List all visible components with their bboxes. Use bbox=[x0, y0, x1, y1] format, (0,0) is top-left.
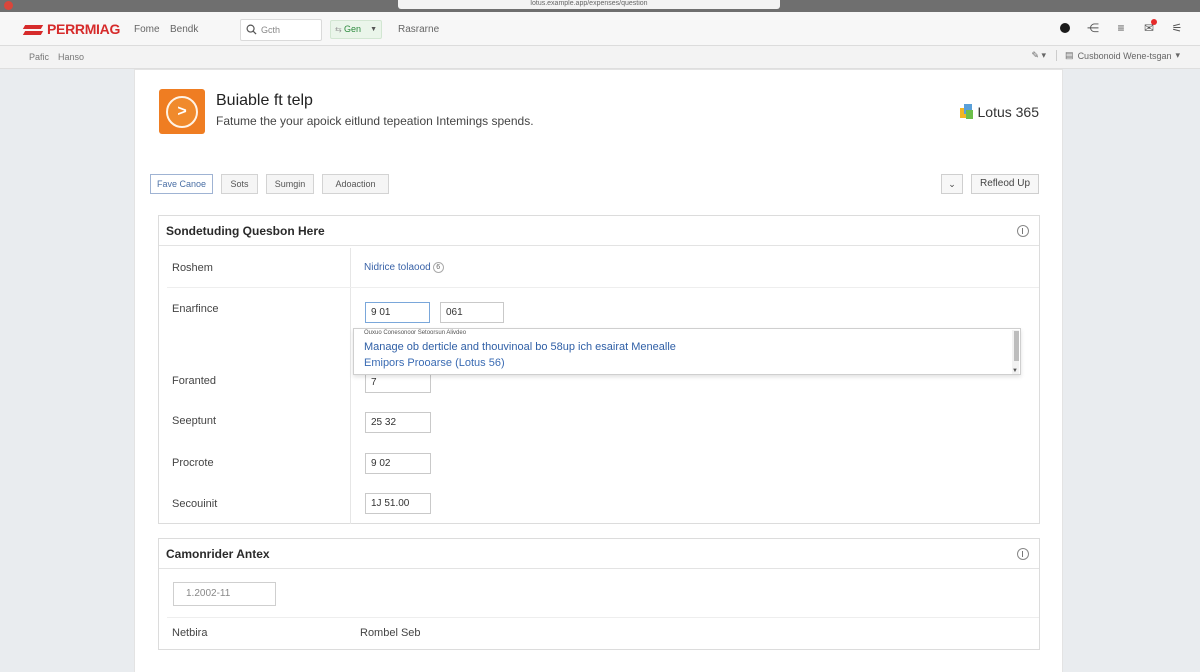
menu-icon[interactable]: ≡ bbox=[1114, 21, 1128, 35]
filter-value: Gen bbox=[343, 24, 361, 34]
browser-close-icon[interactable] bbox=[4, 1, 13, 10]
filter-prefix-icon: ⇆ bbox=[335, 25, 344, 34]
scrollbar-thumb[interactable] bbox=[1014, 331, 1019, 361]
lotus-logo-icon bbox=[959, 104, 974, 120]
tab-sots[interactable]: Sots bbox=[221, 174, 258, 194]
app-header: PERRMIAG Fome Bendk Gcth ⇆ Gen ▼ Rasrarn… bbox=[0, 12, 1200, 46]
chevron-down-button[interactable]: ⌄ bbox=[941, 174, 963, 194]
date-input[interactable]: 1.2002-11 bbox=[173, 582, 276, 606]
row-divider bbox=[167, 287, 1039, 288]
row-label: Netbira bbox=[172, 627, 208, 639]
page-subtitle: Fatume the your apoick eitlund tepeation… bbox=[216, 114, 534, 128]
browser-url-bar[interactable]: lotus.example.app/expenses/question bbox=[398, 0, 780, 9]
browser-titlebar: lotus.example.app/expenses/question bbox=[0, 0, 1200, 12]
row-label: Enarfince bbox=[172, 303, 219, 315]
column-divider bbox=[350, 248, 351, 524]
tab-fave-canoe[interactable]: Fave Canoe bbox=[150, 174, 213, 194]
chevron-down-icon: ▼ bbox=[370, 26, 377, 33]
section-title: Camonrider Antex bbox=[159, 539, 1039, 569]
row-label: Procrote bbox=[172, 457, 214, 469]
filter-select[interactable]: ⇆ Gen ▼ bbox=[330, 20, 382, 39]
annex-section: Camonrider Antex 1.2002-11 Netbira Rombe… bbox=[158, 538, 1040, 650]
dropdown-option[interactable]: Manage ob derticle and thouvinoal bo 58u… bbox=[364, 341, 676, 353]
secouinit-field[interactable]: 1J 51.00 bbox=[365, 493, 431, 514]
section-title-text: Camonrider Antex bbox=[166, 547, 270, 561]
row-label: Foranted bbox=[172, 375, 217, 387]
seeptunt-field[interactable]: 25 32 bbox=[365, 412, 431, 433]
question-section: Sondetuding Quesbon Here Roshem Nidrice … bbox=[158, 215, 1040, 524]
notification-badge bbox=[1151, 19, 1157, 25]
workspace-label: Cusbonoid Wene-tsgan bbox=[1077, 50, 1172, 61]
info-icon[interactable] bbox=[1017, 225, 1029, 237]
row-link-value[interactable]: Nidrice tolaood 6 bbox=[364, 262, 444, 273]
search-icon bbox=[246, 24, 257, 35]
subbar-right: ✎ ▾ ▤ Cusbonoid Wene-tsgan ▾ bbox=[1031, 50, 1180, 61]
brand-mark-icon bbox=[24, 23, 44, 36]
sliders-icon[interactable]: ⋲ bbox=[1086, 21, 1100, 35]
workspace-select[interactable]: ▤ Cusbonoid Wene-tsgan ▾ bbox=[1056, 50, 1180, 61]
enarfince-field-1[interactable]: 9 01 bbox=[365, 302, 430, 323]
pin-icon[interactable]: ✎ ▾ bbox=[1031, 50, 1046, 61]
info-icon[interactable] bbox=[1017, 548, 1029, 560]
nav-home[interactable]: Fome bbox=[134, 24, 160, 35]
breadcrumb-2[interactable]: Hanso bbox=[58, 52, 84, 62]
app-icon: > bbox=[159, 89, 205, 134]
product-brand: Lotus 365 bbox=[959, 104, 1040, 120]
main-panel: > Buiable ft telp Fatume the your apoick… bbox=[135, 70, 1062, 672]
breadcrumb-1[interactable]: Pafic bbox=[29, 52, 49, 62]
dropdown-header: Ouxuo Conesonoor Setoorsun Alivdeo bbox=[364, 330, 467, 336]
section-title: Sondetuding Quesbon Here bbox=[159, 216, 1039, 246]
row-label: Secouinit bbox=[172, 498, 218, 510]
link-text: Nidrice tolaood bbox=[364, 262, 431, 274]
page-title: Buiable ft telp bbox=[216, 92, 313, 109]
settings-icon[interactable]: ⚟ bbox=[1170, 21, 1184, 35]
dropdown-option[interactable]: Emipors Prooarse (Lotus 56) bbox=[364, 357, 505, 369]
chevron-down-icon: ▾ bbox=[1175, 50, 1180, 60]
autocomplete-dropdown: Ouxuo Conesonoor Setoorsun Alivdeo Manag… bbox=[353, 328, 1021, 375]
scroll-down-icon[interactable]: ▼ bbox=[1012, 368, 1018, 374]
nav-extra[interactable]: Rasrarne bbox=[398, 24, 439, 35]
foranted-field[interactable]: 7 bbox=[365, 372, 431, 393]
row-divider bbox=[167, 617, 1039, 618]
row-label: Roshem bbox=[172, 262, 213, 274]
play-arrow-icon: > bbox=[166, 95, 198, 128]
tab-sumgin[interactable]: Sumgin bbox=[266, 174, 314, 194]
record-icon[interactable] bbox=[1058, 21, 1072, 35]
search-input[interactable]: Gcth bbox=[240, 19, 322, 41]
refresh-button[interactable]: Refleod Up bbox=[971, 174, 1039, 194]
row-value: Rombel Seb bbox=[360, 627, 421, 639]
nav-bank[interactable]: Bendk bbox=[170, 24, 198, 35]
procrote-field[interactable]: 9 02 bbox=[365, 453, 431, 474]
subheader: Pafic Hanso ✎ ▾ ▤ Cusbonoid Wene-tsgan ▾ bbox=[0, 46, 1200, 69]
search-placeholder: Gcth bbox=[261, 25, 281, 35]
tab-adoaction[interactable]: Adoaction bbox=[322, 174, 389, 194]
brand-logo[interactable]: PERRMIAG bbox=[24, 21, 120, 37]
header-icons: ⋲ ≡ ✉ ⚟ bbox=[1058, 19, 1184, 35]
product-name: Lotus 365 bbox=[977, 104, 1040, 120]
workspace-icon: ▤ bbox=[1065, 50, 1074, 60]
enarfince-field-2[interactable]: 061 bbox=[440, 302, 504, 323]
row-label: Seeptunt bbox=[172, 415, 217, 427]
notifications-icon[interactable]: ✉ bbox=[1142, 19, 1157, 35]
section-title-text: Sondetuding Quesbon Here bbox=[166, 224, 325, 238]
count-badge: 6 bbox=[432, 262, 444, 273]
brand-name: PERRMIAG bbox=[47, 21, 121, 37]
